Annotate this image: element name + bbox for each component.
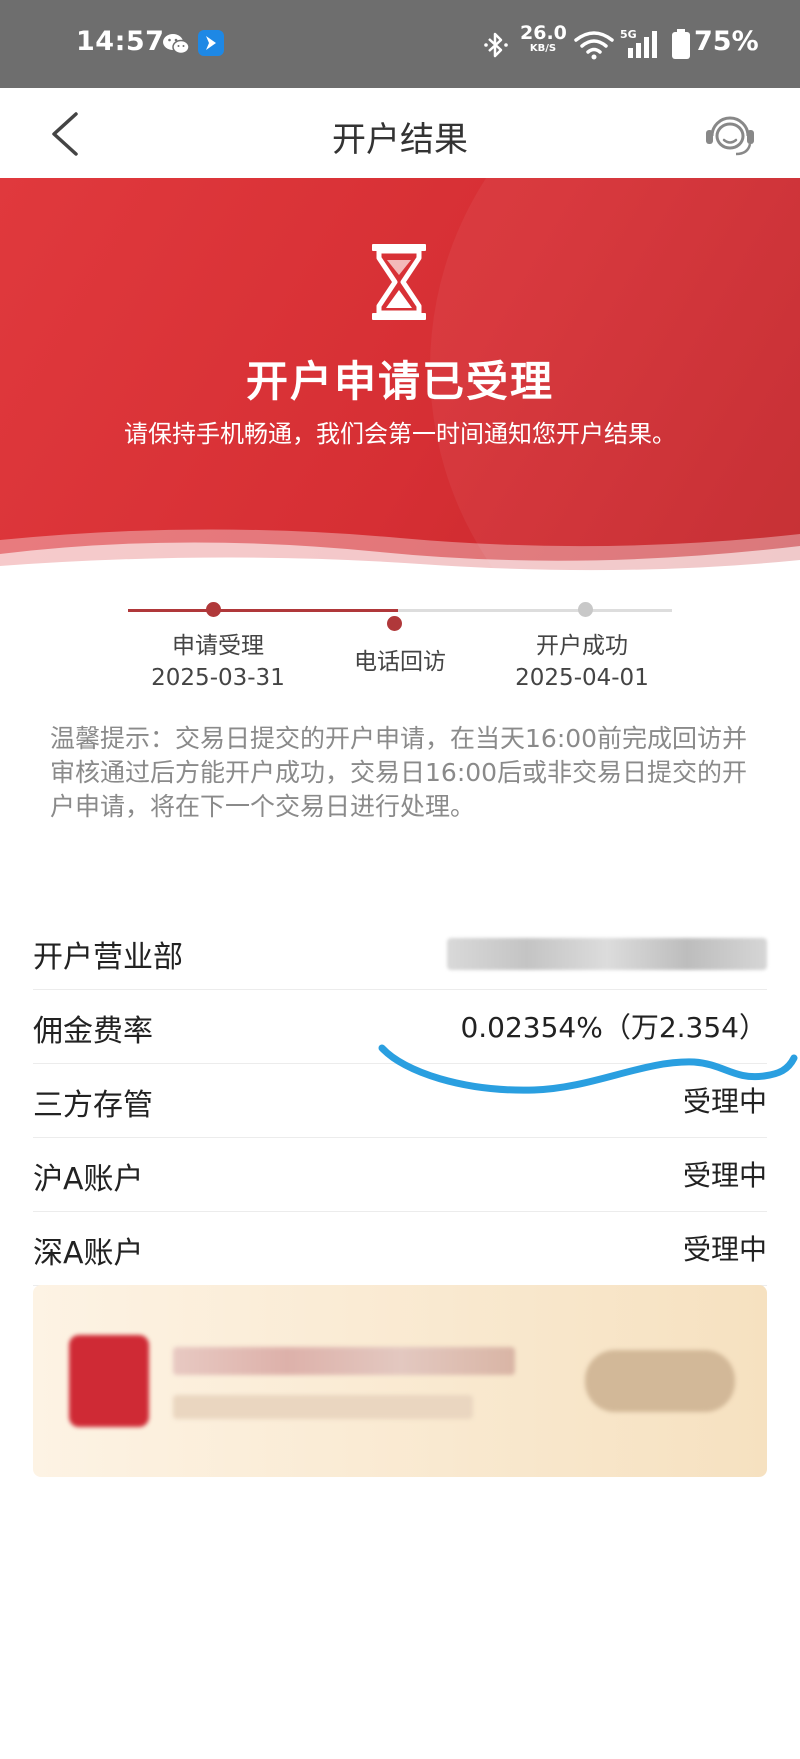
- battery-icon: [672, 29, 690, 59]
- promo-button[interactable]: [585, 1350, 735, 1412]
- result-banner: 开户申请已受理 请保持手机畅通，我们会第一时间通知您开户结果。: [0, 178, 800, 580]
- step-dot-pending: [578, 602, 593, 617]
- battery-percent: 75%: [694, 26, 759, 57]
- result-subtitle: 请保持手机畅通，我们会第一时间通知您开户结果。: [124, 420, 676, 448]
- step-1-date: 2025-03-31: [151, 665, 285, 691]
- promo-banner[interactable]: [33, 1285, 767, 1477]
- hourglass-icon: [372, 244, 426, 320]
- bluetooth-icon: [484, 32, 508, 58]
- signal-icon: [628, 31, 657, 58]
- progress-line-done: [128, 609, 398, 612]
- info-value: 受理中: [682, 1233, 767, 1266]
- step-2: 电话回访: [300, 646, 500, 678]
- app-notification-icon: [198, 30, 224, 56]
- info-row-sz-account: 深A账户 受理中: [33, 1212, 767, 1286]
- wechat-icon: [163, 34, 190, 55]
- annotation-scribble: [378, 1044, 798, 1094]
- status-bar: 14:57 26.0 KB/S 5G 75%: [0, 0, 800, 88]
- info-label: 开户营业部: [33, 940, 183, 975]
- step-3-date: 2025-04-01: [515, 665, 649, 691]
- progress-steps: 申请受理 2025-03-31 电话回访 开户成功 2025-04-01: [0, 590, 800, 700]
- promo-logo: [69, 1335, 149, 1427]
- info-label: 深A账户: [33, 1236, 144, 1271]
- info-label: 佣金费率: [33, 1014, 153, 1049]
- step-1: 申请受理 2025-03-31: [118, 630, 318, 694]
- redacted-value: [447, 938, 767, 970]
- page-title: 开户结果: [332, 120, 468, 160]
- info-row-sh-account: 沪A账户 受理中: [33, 1138, 767, 1212]
- customer-service-icon[interactable]: [704, 110, 756, 158]
- result-title: 开户申请已受理: [245, 357, 554, 406]
- step-3: 开户成功 2025-04-01: [482, 630, 682, 694]
- info-label: 沪A账户: [33, 1162, 144, 1197]
- info-row-branch: 开户营业部: [33, 916, 767, 990]
- status-time: 14:57: [76, 26, 165, 57]
- info-value: 受理中: [682, 1159, 767, 1192]
- promo-subtitle-redacted: [173, 1395, 473, 1419]
- step-dot-done: [206, 602, 221, 617]
- warm-tip: 温馨提示：交易日提交的开户申请，在当天16:00前完成回访并审核通过后方能开户成…: [50, 724, 748, 821]
- progress-line-pending: [398, 609, 672, 612]
- info-label: 三方存管: [33, 1088, 153, 1123]
- promo-title-redacted: [173, 1347, 515, 1375]
- banner-waves: [0, 529, 800, 580]
- nav-bar: 开户结果: [0, 88, 800, 178]
- step-2-label: 电话回访: [354, 649, 446, 675]
- network-speed: 26.0 KB/S: [520, 22, 567, 54]
- step-dot-current: [387, 616, 402, 631]
- wifi-icon: [574, 31, 614, 60]
- step-3-label: 开户成功: [536, 633, 628, 659]
- step-1-label: 申请受理: [172, 633, 264, 659]
